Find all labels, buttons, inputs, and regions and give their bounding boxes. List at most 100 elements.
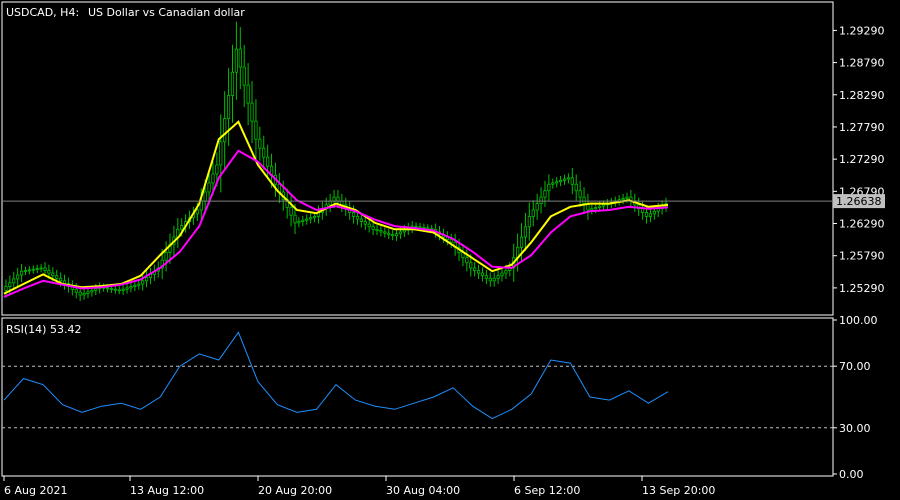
candle-body — [289, 207, 293, 216]
candle-body — [449, 239, 453, 243]
current-price-label: 1.26638 — [836, 195, 882, 208]
candle-body — [293, 214, 297, 224]
candle-body — [19, 270, 24, 276]
candle-body — [234, 48, 238, 73]
candle-body — [387, 232, 391, 235]
candle-body — [394, 233, 399, 237]
candle-body — [117, 289, 121, 292]
candle-body — [35, 268, 39, 270]
price-tick-label: 1.26290 — [839, 218, 885, 231]
candle-body — [527, 216, 531, 228]
candle-body — [141, 280, 145, 285]
candle-body — [562, 178, 567, 181]
candle-body — [180, 225, 184, 230]
candle-body — [258, 138, 262, 149]
candle-body — [211, 173, 215, 184]
candle-body — [519, 236, 524, 248]
candle-body — [133, 284, 137, 288]
price-series-layer — [2, 21, 833, 302]
rsi-tick-label: 30.00 — [839, 422, 871, 435]
symbol-description-label: US Dollar vs Canadian dollar — [88, 6, 245, 19]
candle-body — [523, 226, 528, 238]
candle-body — [254, 120, 258, 140]
price-panel-border — [1, 1, 834, 316]
candle-body — [480, 272, 485, 277]
rsi-title-label: RSI(14) 53.42 — [6, 323, 81, 336]
candle-body — [351, 212, 356, 217]
candle-body — [359, 218, 363, 222]
candle-body — [336, 196, 340, 202]
candle-body — [644, 212, 649, 217]
candle-body — [539, 196, 543, 204]
candle-body — [86, 291, 90, 294]
candle-body — [398, 231, 403, 235]
candle-body — [547, 183, 551, 192]
candle-body — [473, 267, 477, 271]
price-tick-label: 1.29290 — [839, 24, 885, 37]
candle-body — [43, 267, 47, 271]
candle-body — [379, 230, 383, 233]
ma-slow-line — [3, 149, 669, 298]
x-tick-label: 13 Aug 12:00 — [130, 484, 204, 497]
candle-body — [246, 84, 250, 104]
candle-body — [594, 207, 598, 210]
candle-body — [625, 196, 629, 199]
candle-body — [383, 231, 387, 234]
candle-body — [82, 293, 86, 296]
candle-body — [226, 95, 231, 119]
candle-body — [78, 291, 82, 296]
candle-body — [12, 278, 16, 284]
candle-body — [262, 147, 266, 158]
candle-body — [418, 226, 422, 229]
candle-body — [312, 216, 317, 219]
candle-body — [215, 164, 219, 175]
rsi-line — [3, 331, 669, 420]
candle-body — [301, 219, 305, 222]
candle-body — [203, 191, 207, 202]
candle-body — [238, 48, 242, 68]
candle-body — [51, 272, 55, 277]
candle-body — [59, 277, 63, 282]
candle-body — [31, 268, 35, 271]
candle-body — [551, 182, 555, 185]
candle-body — [207, 182, 211, 193]
candle-body — [94, 288, 98, 291]
candle-body — [164, 252, 168, 261]
x-tick-label: 6 Sep 12:00 — [514, 484, 580, 497]
candle-body — [469, 262, 473, 269]
price-tick-label: 1.28290 — [839, 89, 885, 102]
candle-body — [137, 283, 141, 286]
candle-body — [39, 267, 43, 270]
candle-body — [496, 275, 500, 279]
candle-body — [641, 208, 645, 213]
candle-body — [570, 177, 574, 185]
x-tick-label: 20 Aug 20:00 — [258, 484, 332, 497]
candle-body — [488, 277, 492, 282]
candle-body — [375, 228, 379, 231]
candle-body — [652, 210, 656, 215]
candle-body — [504, 270, 508, 274]
candle-body — [105, 287, 110, 290]
rsi-series-layer — [2, 331, 833, 429]
candle-body — [16, 274, 20, 280]
candle-body — [414, 225, 418, 228]
candle-body — [144, 277, 149, 282]
candle-body — [266, 156, 270, 167]
candle-body — [555, 181, 559, 184]
candle-body — [367, 223, 371, 228]
candle-body — [223, 118, 227, 143]
candle-body — [590, 208, 594, 211]
chart-canvas: 1.292901.287901.282901.277901.272901.267… — [1, 1, 885, 497]
candle-body — [125, 287, 129, 290]
candle-body — [297, 221, 301, 224]
candle-body — [574, 183, 578, 192]
price-tick-label: 1.25790 — [839, 250, 885, 263]
candle-body — [543, 190, 547, 198]
candle-body — [391, 234, 395, 237]
candle-body — [484, 275, 488, 279]
candle-body — [355, 216, 360, 220]
candle-body — [23, 270, 28, 272]
candle-body — [219, 141, 223, 166]
price-tick-label: 1.25290 — [839, 282, 885, 295]
rsi-tick-label: 0.00 — [839, 468, 864, 481]
